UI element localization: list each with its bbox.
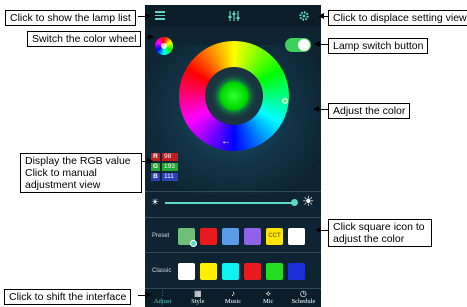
tab-schedule[interactable]: ◷ Schedule	[286, 289, 321, 307]
preset-swatch[interactable]	[222, 228, 239, 245]
callout-shift-interface: Click to shift the interface	[4, 289, 132, 305]
microphone-icon: ⟡	[265, 289, 271, 298]
callout-adjust-color: Adjust the color	[328, 103, 411, 119]
tab-label: Mic	[262, 298, 274, 305]
color-wheel-center	[205, 67, 263, 125]
callout-arrow	[313, 106, 328, 112]
music-note-icon: ♪	[231, 289, 235, 298]
preset-label: Preset	[152, 233, 170, 239]
tab-label: Adjust	[153, 298, 172, 305]
callout-setting-view: Click to displace setting view	[328, 10, 467, 26]
blue-label: B	[151, 172, 160, 181]
preset-swatch[interactable]	[244, 228, 261, 245]
color-wheel[interactable]: ←	[179, 41, 289, 151]
callout-rgb: Display the RGB value Click to manual ad…	[20, 153, 142, 193]
sliders-icon[interactable]	[228, 10, 240, 22]
selected-check-icon	[190, 240, 197, 247]
classic-swatch[interactable]	[288, 263, 305, 280]
brightness-high-icon: ☀	[302, 193, 315, 209]
lamp-switch-toggle[interactable]	[285, 38, 311, 52]
callout-square-icon: Click square icon to adjust the color	[328, 219, 432, 247]
clock-icon: ◷	[299, 289, 307, 298]
rgb-value-display[interactable]: R 98 G 193 B 111	[151, 152, 191, 182]
callout-lamp-list: Click to show the lamp list	[5, 10, 136, 26]
tab-label: Schedule	[291, 298, 316, 305]
callout-square-line1: Click square icon to	[333, 221, 425, 233]
tab-label: Style	[191, 298, 205, 305]
classic-swatch[interactable]	[178, 263, 195, 280]
classic-swatch[interactable]	[222, 263, 239, 280]
grid-icon: ▦	[194, 289, 202, 298]
green-value: 193	[162, 162, 178, 171]
callout-arrow	[314, 41, 328, 47]
callout-arrow	[315, 227, 328, 233]
classic-swatch[interactable]	[244, 263, 261, 280]
color-wheel-switch-icon[interactable]	[155, 37, 173, 55]
tab-mic[interactable]: ⟡ Mic	[251, 289, 286, 307]
callout-lamp-switch: Lamp switch button	[328, 38, 429, 54]
classic-label: Classic	[152, 268, 172, 274]
callout-arrow	[138, 13, 151, 19]
brightness-slider-thumb[interactable]	[291, 199, 298, 206]
callout-square-line2: adjust the color	[333, 233, 405, 245]
brightness-low-icon: ☀	[151, 197, 160, 207]
classic-swatch[interactable]	[200, 263, 217, 280]
tab-music[interactable]: ♪ Music	[215, 289, 250, 307]
phone-screen: ← R 98 G 193 B 111 ☀ ☀ Preset CCT Classi…	[145, 5, 321, 307]
callout-arrow	[142, 158, 153, 164]
rgb-row-green: G 193	[151, 162, 191, 171]
blue-value: 111	[162, 172, 178, 181]
preset-swatch[interactable]: CCT	[266, 228, 283, 245]
selected-color-preview	[219, 81, 249, 111]
annotated-screenshot: ← R 98 G 193 B 111 ☀ ☀ Preset CCT Classi…	[0, 0, 467, 307]
callout-arrow	[138, 292, 151, 298]
callout-rgb-line3: adjustment view	[25, 179, 101, 191]
preset-row: Preset CCT	[145, 217, 321, 253]
preset-swatch[interactable]	[200, 228, 217, 245]
preset-swatch[interactable]	[288, 228, 305, 245]
tab-style[interactable]: ▦ Style	[180, 289, 215, 307]
gear-icon[interactable]	[298, 10, 310, 22]
list-icon[interactable]	[155, 11, 165, 20]
red-value: 98	[162, 152, 178, 161]
rgb-row-red: R 98	[151, 152, 191, 161]
top-bar	[145, 5, 321, 27]
classic-row: Classic	[145, 255, 321, 289]
arrow-left-icon: ←	[221, 136, 231, 147]
tab-label: Music	[224, 298, 242, 305]
callout-rgb-line1: Display the RGB value	[25, 155, 131, 167]
callout-rgb-line2: Click to manual	[25, 167, 97, 179]
brightness-row: ☀ ☀	[145, 191, 321, 213]
color-wheel-handle[interactable]	[282, 98, 288, 104]
rgb-row-blue: B 111	[151, 172, 191, 181]
callout-arrow	[318, 13, 328, 19]
bottom-tab-bar: ⫶ Adjust ▦ Style ♪ Music ⟡ Mic ◷ Schedul…	[145, 289, 321, 307]
callout-arrow	[146, 34, 154, 40]
classic-swatch[interactable]	[266, 263, 283, 280]
brightness-slider-track[interactable]	[165, 202, 293, 204]
preset-swatch[interactable]	[178, 228, 197, 247]
callout-color-wheel: Switch the color wheel	[27, 31, 142, 47]
